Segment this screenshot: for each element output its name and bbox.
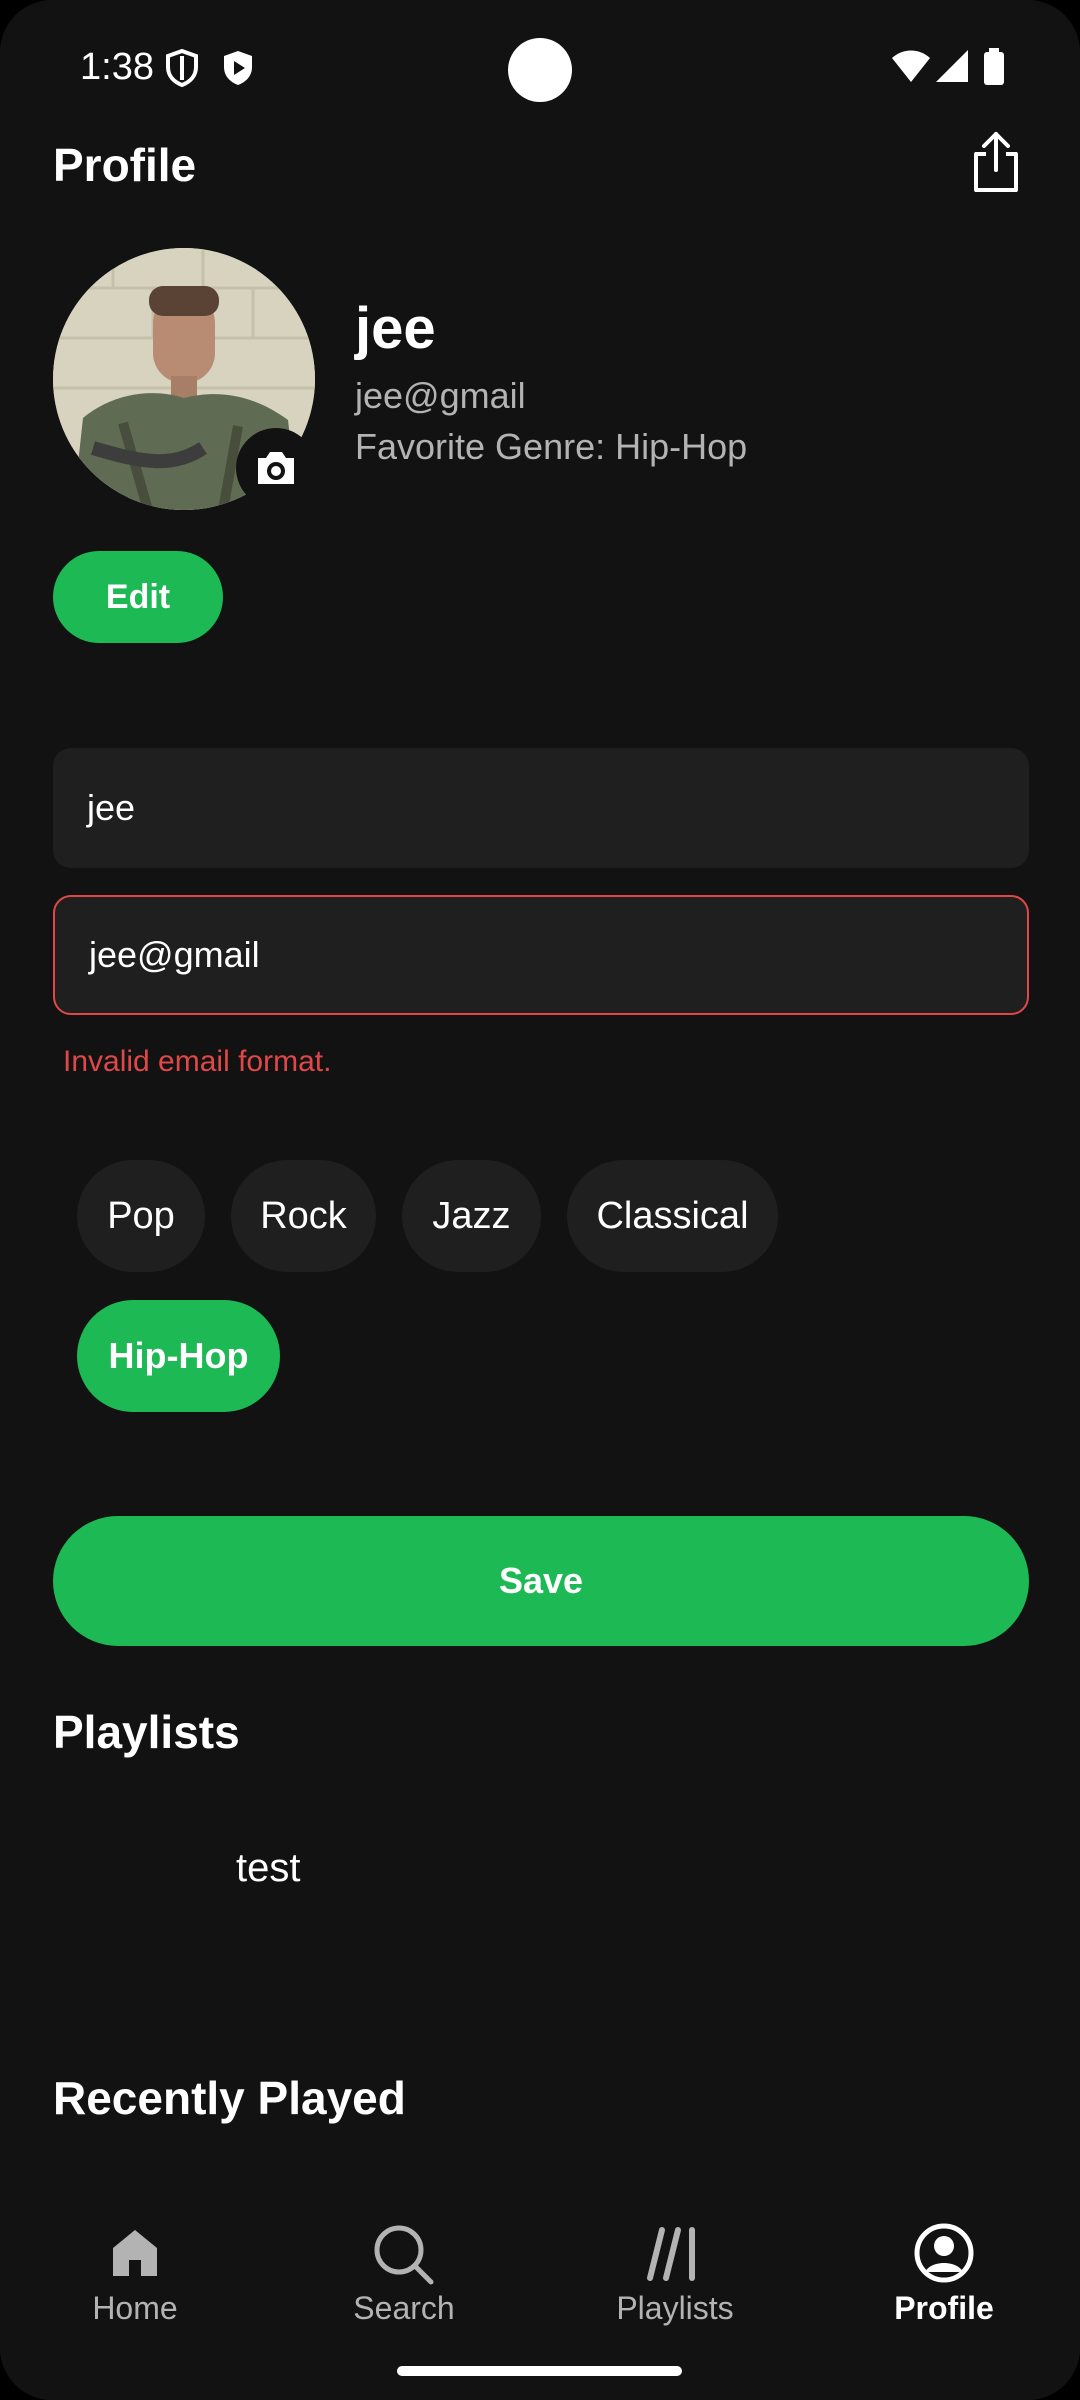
- genre-chip-hip-hop[interactable]: Hip-Hop: [77, 1300, 280, 1412]
- email-field[interactable]: jee@gmail: [53, 895, 1029, 1015]
- play-protect-icon: [224, 51, 252, 85]
- genre-chip-jazz[interactable]: Jazz: [402, 1160, 541, 1272]
- profile-icon: [914, 2223, 974, 2283]
- home-icon: [113, 2230, 157, 2276]
- save-button[interactable]: Save: [53, 1516, 1029, 1646]
- profile-screen: 1:38 Profile jee jee@gmail Favorite Genr…: [0, 0, 1080, 2400]
- nav-item-search[interactable]: Search: [304, 2220, 504, 2340]
- battery-icon: [984, 48, 1004, 85]
- genre-chip-classical[interactable]: Classical: [567, 1160, 778, 1272]
- email-error-message: Invalid email format.: [63, 1045, 332, 1078]
- signal-icon: [936, 50, 968, 82]
- library-icon: [647, 2227, 695, 2281]
- home-indicator[interactable]: [397, 2366, 682, 2376]
- search-icon: [374, 2225, 434, 2285]
- edit-button[interactable]: Edit: [53, 551, 223, 643]
- change-photo-button[interactable]: [236, 428, 316, 508]
- name-field[interactable]: jee: [53, 748, 1029, 868]
- playlist-item[interactable]: test: [236, 1846, 300, 1891]
- shield-icon: [166, 48, 198, 88]
- camera-icon: [258, 452, 294, 484]
- nav-label-profile: Profile: [894, 2290, 994, 2326]
- playlists-section-title: Playlists: [53, 1706, 240, 1758]
- nav-item-profile[interactable]: Profile: [844, 2220, 1044, 2340]
- status-bar: 1:38: [0, 0, 1080, 140]
- nav-label-playlists: Playlists: [616, 2290, 734, 2326]
- profile-email: jee@gmail: [355, 375, 526, 416]
- profile-favorite-genre: Favorite Genre: Hip-Hop: [355, 426, 748, 467]
- front-camera: [508, 38, 572, 102]
- nav-item-playlists[interactable]: Playlists: [575, 2220, 775, 2340]
- share-icon[interactable]: [968, 130, 1024, 194]
- recently-played-section-title: Recently Played: [53, 2072, 406, 2124]
- profile-name: jee: [355, 296, 436, 361]
- nav-item-home[interactable]: Home: [35, 2220, 235, 2340]
- nav-label-home: Home: [92, 2290, 178, 2326]
- genre-chip-pop[interactable]: Pop: [77, 1160, 205, 1272]
- status-time: 1:38: [80, 46, 154, 88]
- genre-chip-rock[interactable]: Rock: [231, 1160, 376, 1272]
- nav-label-search: Search: [353, 2290, 455, 2326]
- page-title: Profile: [53, 139, 197, 191]
- wifi-icon: [892, 50, 930, 82]
